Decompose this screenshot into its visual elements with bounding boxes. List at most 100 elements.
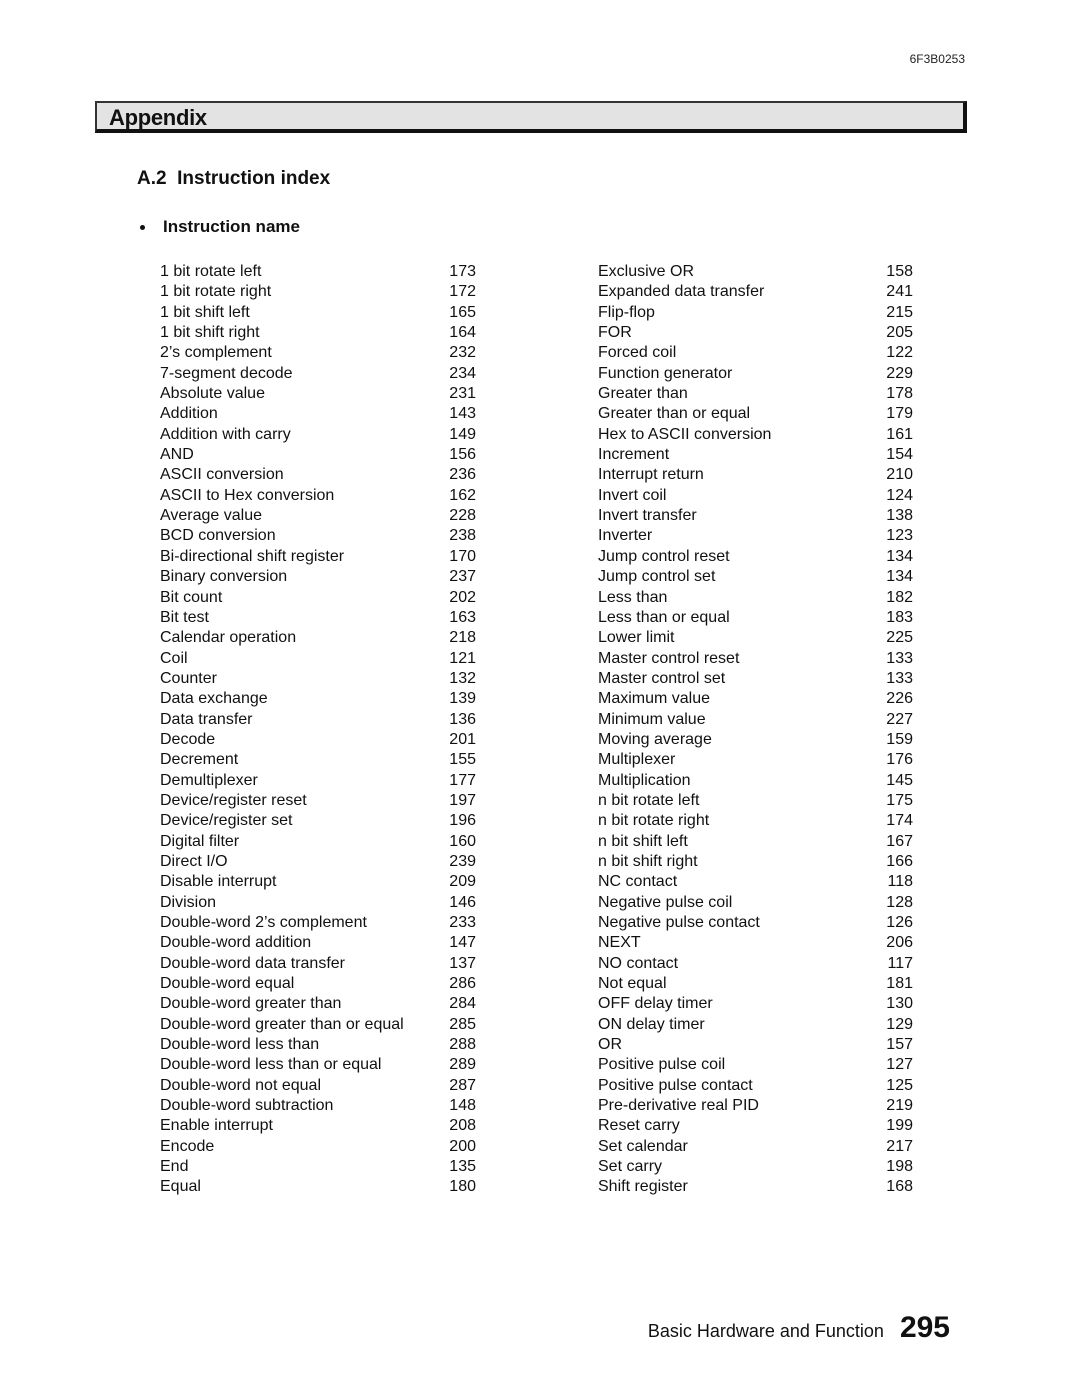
instruction-name: Invert coil [598, 486, 667, 504]
instruction-name: Positive pulse coil [598, 1056, 726, 1074]
instruction-name: Reset carry [598, 1117, 680, 1135]
index-entry: Bit count 202 [160, 588, 476, 608]
instruction-name: Negative pulse coil [598, 893, 733, 911]
instruction-name: Disable interrupt [160, 873, 277, 891]
instruction-page: 196 [449, 812, 476, 830]
instruction-page: 178 [886, 385, 913, 403]
index-entry: Minimum value 227 [598, 710, 913, 730]
instruction-page: 202 [449, 588, 476, 606]
index-entry: Division 146 [160, 893, 476, 913]
instruction-name: Bit count [160, 588, 223, 606]
index-entry: Double-word not equal 287 [160, 1076, 476, 1096]
instruction-name: Binary conversion [160, 568, 288, 586]
instruction-page: 158 [886, 263, 913, 280]
instruction-page: 157 [886, 1036, 913, 1054]
index-entry: Expanded data transfer 241 [598, 282, 913, 302]
index-entry: Jump control reset 134 [598, 547, 913, 567]
instruction-name: Expanded data transfer [598, 283, 765, 301]
instruction-page: 166 [886, 852, 913, 870]
instruction-name: Moving average [598, 730, 712, 748]
index-entry: Master control set 133 [598, 669, 913, 689]
instruction-page: 133 [886, 649, 913, 667]
instruction-name: 1 bit shift left [160, 303, 250, 321]
index-entry: Double-word subtraction 148 [160, 1096, 476, 1116]
instruction-page: 161 [886, 425, 913, 443]
banner-title: Appendix [109, 105, 207, 130]
instruction-page: 236 [449, 466, 476, 484]
instruction-page: 210 [886, 466, 913, 484]
instruction-name: NC contact [598, 873, 678, 891]
index-entry: Counter 132 [160, 669, 476, 689]
instruction-name: Interrupt return [598, 466, 704, 484]
index-entry: Negative pulse coil 128 [598, 893, 913, 913]
instruction-name: Double-word less than or equal [160, 1056, 382, 1074]
instruction-name: Exclusive OR [598, 263, 695, 280]
instruction-page: 118 [887, 873, 913, 891]
index-entry: NC contact 118 [598, 872, 913, 892]
index-entry: Double-word greater than 284 [160, 994, 476, 1014]
instruction-page: 284 [449, 995, 476, 1013]
instruction-name: Decode [160, 730, 216, 748]
instruction-name: Counter [160, 669, 217, 687]
index-entry: Disable interrupt 209 [160, 872, 476, 892]
instruction-name: Digital filter [160, 832, 240, 850]
index-entry: OFF delay timer 130 [598, 994, 913, 1014]
instruction-name: 1 bit rotate left [160, 263, 262, 280]
instruction-name: Master control reset [598, 649, 740, 667]
index-entry: Average value 228 [160, 506, 476, 526]
instruction-name: Greater than or equal [598, 405, 751, 423]
index-entry: Inverter 123 [598, 526, 913, 546]
instruction-page: 122 [886, 344, 913, 362]
index-column-right: Exclusive OR 158 Expanded data transfer 241… [598, 262, 913, 1198]
instruction-name: NO contact [598, 954, 679, 972]
index-entry: Shift register 168 [598, 1177, 913, 1197]
index-entry: Forced coil 122 [598, 343, 913, 363]
index-entry: Reset carry 199 [598, 1116, 913, 1136]
instruction-page: 159 [886, 730, 913, 748]
index-entry: Addition 143 [160, 404, 476, 424]
index-entry: Double-word greater than or equal 285 [160, 1015, 476, 1035]
instruction-name: Calendar operation [160, 629, 297, 647]
instruction-name: Jump control reset [598, 547, 730, 565]
instruction-page: 165 [449, 303, 476, 321]
index-entry: Direct I/O 239 [160, 852, 476, 872]
index-entry: Function generator 229 [598, 364, 913, 384]
instruction-name: AND [160, 446, 194, 464]
instruction-page: 206 [886, 934, 913, 952]
instruction-page: 125 [886, 1076, 913, 1094]
instruction-name: Lower limit [598, 629, 675, 647]
instruction-name: n bit shift right [598, 852, 698, 870]
index-entry: BCD conversion 238 [160, 526, 476, 546]
instruction-name: n bit rotate right [598, 812, 710, 830]
instruction-name: Division [160, 893, 217, 911]
instruction-page: 167 [886, 832, 913, 850]
instruction-page: 232 [449, 344, 476, 362]
instruction-name: Maximum value [598, 690, 711, 708]
instruction-page: 149 [449, 425, 476, 443]
index-entry: Less than 182 [598, 588, 913, 608]
instruction-page: 136 [449, 710, 476, 728]
instruction-page: 241 [886, 283, 913, 301]
instruction-page: 289 [449, 1056, 476, 1074]
index-entry: 1 bit rotate right 172 [160, 282, 476, 302]
index-entry: Addition with carry 149 [160, 425, 476, 445]
instruction-name: Multiplexer [598, 751, 676, 769]
instruction-page: 132 [449, 669, 476, 687]
instruction-page: 170 [449, 547, 476, 565]
index-entry: Decrement 155 [160, 750, 476, 770]
page-number: 295 [899, 1311, 950, 1344]
instruction-name: Pre-derivative real PID [598, 1097, 759, 1115]
instruction-page: 154 [886, 446, 913, 464]
instruction-name: Double-word equal [160, 975, 295, 993]
index-entry: Moving average 159 [598, 730, 913, 750]
index-entry: Device/register set 196 [160, 811, 476, 831]
instruction-name: Inverter [598, 527, 653, 545]
index-entry: n bit rotate left 175 [598, 791, 913, 811]
instruction-name: Coil [160, 649, 188, 667]
instruction-page: 177 [449, 771, 476, 789]
index-entry: n bit shift right 166 [598, 852, 913, 872]
instruction-name: Less than [598, 588, 668, 606]
instruction-page: 139 [449, 690, 476, 708]
instruction-page: 179 [886, 405, 913, 423]
index-entry: Double-word addition 147 [160, 933, 476, 953]
